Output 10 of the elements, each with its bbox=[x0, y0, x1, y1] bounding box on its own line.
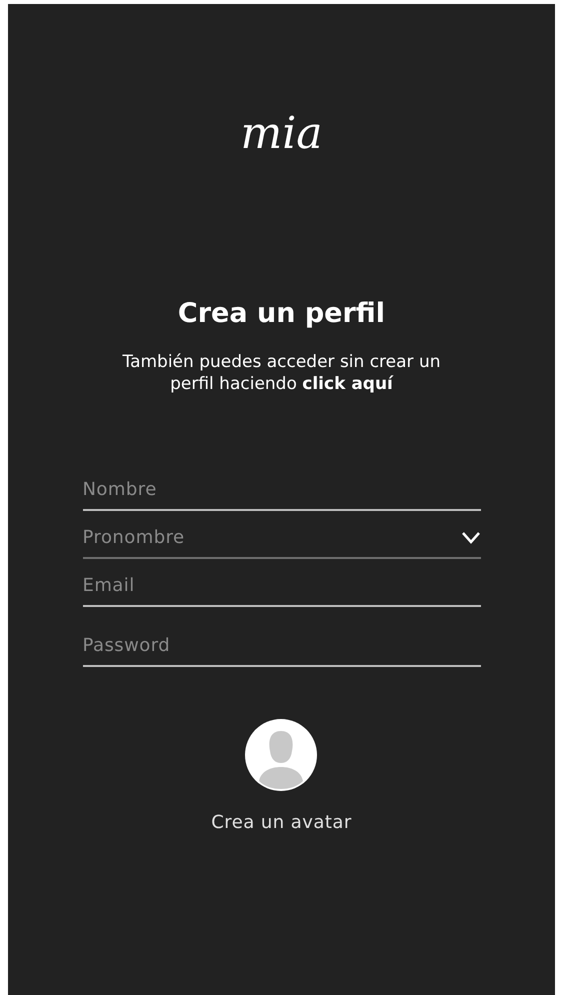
input-field[interactable]: Password bbox=[82, 606, 480, 666]
avatar-icon bbox=[245, 718, 318, 790]
page-title: Crea un perfil bbox=[178, 297, 386, 331]
input-field[interactable]: Nombre bbox=[82, 462, 480, 510]
pronoun-select[interactable]: Pronombre bbox=[82, 510, 480, 558]
avatar-button[interactable]: Crea un avatar bbox=[211, 718, 352, 836]
chevron-down-icon bbox=[460, 530, 480, 544]
input-field[interactable]: Email bbox=[82, 558, 480, 606]
subtitle: También puedes acceder sin crear un perfil haciendo click aquí bbox=[122, 350, 442, 394]
logo: mia bbox=[240, 112, 323, 156]
